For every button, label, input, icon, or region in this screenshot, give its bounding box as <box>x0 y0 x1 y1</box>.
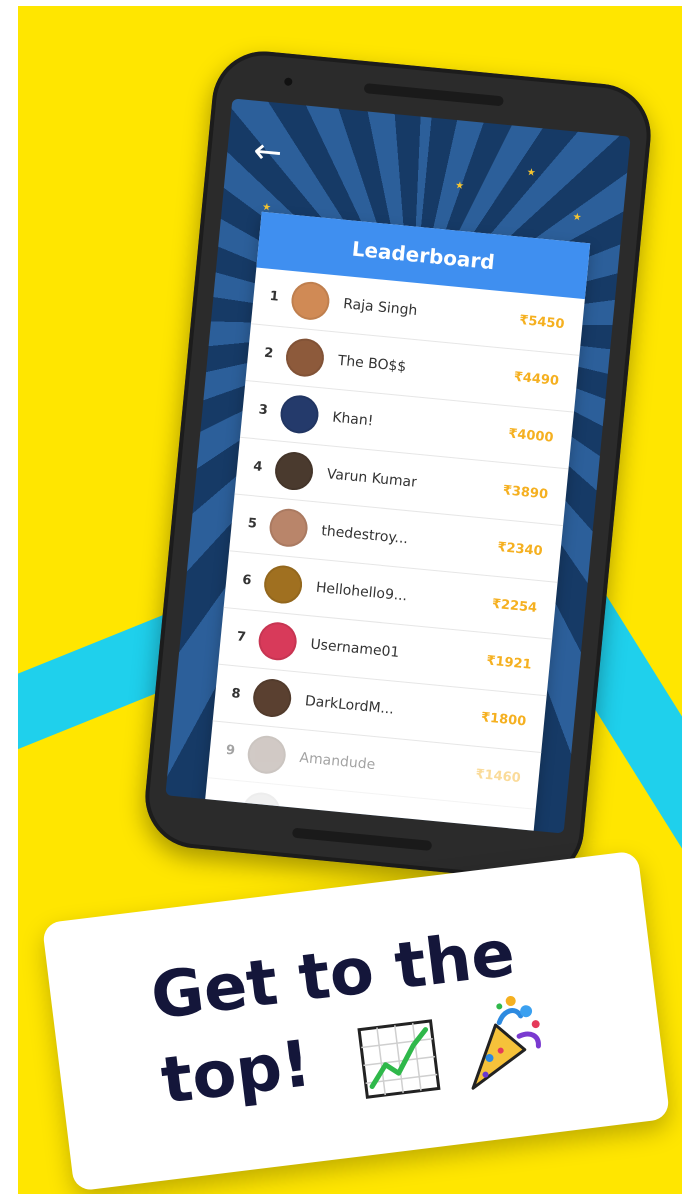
leaderboard-card: Leaderboard 1 Raja Singh ₹5450 2 The BO$… <box>200 211 591 834</box>
player-amount: ₹1921 <box>485 653 533 673</box>
player-amount: ₹2340 <box>496 539 544 560</box>
party-popper-icon <box>471 995 541 1090</box>
rank-number: 2 <box>263 345 274 362</box>
star-icon: ★ <box>454 180 465 193</box>
banner-headline-line2: top! <box>157 1027 315 1119</box>
avatar <box>245 734 288 776</box>
phone-screen: ★ ★ ★ ★ ← Leaderboard 1 Raja Singh ₹5450… <box>165 98 631 834</box>
player-amount: ₹2254 <box>491 596 538 616</box>
rank-number: 3 <box>258 402 269 419</box>
player-name: thedestroy... <box>320 522 409 548</box>
avatar <box>289 280 332 322</box>
phone-speaker <box>363 83 504 107</box>
player-amount: ₹1460 <box>474 766 522 787</box>
chart-increasing-icon <box>357 1019 441 1099</box>
player-amount: ₹1800 <box>480 710 527 730</box>
avatar <box>267 507 310 549</box>
player-amount: ₹4000 <box>507 426 555 446</box>
rank-number: 4 <box>252 459 263 475</box>
rank-number: 9 <box>225 742 236 759</box>
rank-number: 1 <box>268 288 280 305</box>
rank-number: 5 <box>247 515 258 532</box>
avatar <box>273 450 315 492</box>
avatar <box>256 620 299 663</box>
player-name: The BO$$ <box>337 352 407 376</box>
rank-number: 10 <box>219 799 240 817</box>
phone-mockup: ★ ★ ★ ★ ← Leaderboard 1 Raja Singh ₹5450… <box>140 46 656 886</box>
player-name: DarkLordM... <box>304 693 395 718</box>
player-amount: ₹1255 <box>469 823 516 834</box>
player-name: Raja Singh <box>342 296 419 320</box>
rank-number: 6 <box>241 572 253 589</box>
camera-icon <box>283 77 293 87</box>
rank-number: 8 <box>230 686 242 702</box>
star-icon: ★ <box>526 167 537 179</box>
avatar <box>240 790 282 833</box>
player-name: Mr. Jerome <box>293 806 369 830</box>
player-name: Username01 <box>309 636 401 661</box>
player-name: Varun Kumar <box>326 466 418 491</box>
back-arrow-icon[interactable]: ← <box>252 131 296 175</box>
player-amount: ₹5450 <box>518 312 566 333</box>
player-amount: ₹4490 <box>513 369 560 389</box>
rank-number: 7 <box>236 629 247 646</box>
player-name: Khan! <box>331 409 375 430</box>
promo-banner: Get to the top! <box>41 850 671 1192</box>
player-amount: ₹3890 <box>502 483 549 503</box>
player-name: Amandude <box>298 749 376 774</box>
player-name: Hellohello9... <box>315 579 408 605</box>
phone-bottom-bar <box>291 827 433 851</box>
star-icon: ★ <box>572 211 583 224</box>
promo-canvas: ★ ★ ★ ★ ← Leaderboard 1 Raja Singh ₹5450… <box>18 6 682 1194</box>
avatar <box>251 677 293 719</box>
avatar <box>278 393 321 436</box>
avatar <box>284 336 326 379</box>
avatar <box>262 563 304 606</box>
